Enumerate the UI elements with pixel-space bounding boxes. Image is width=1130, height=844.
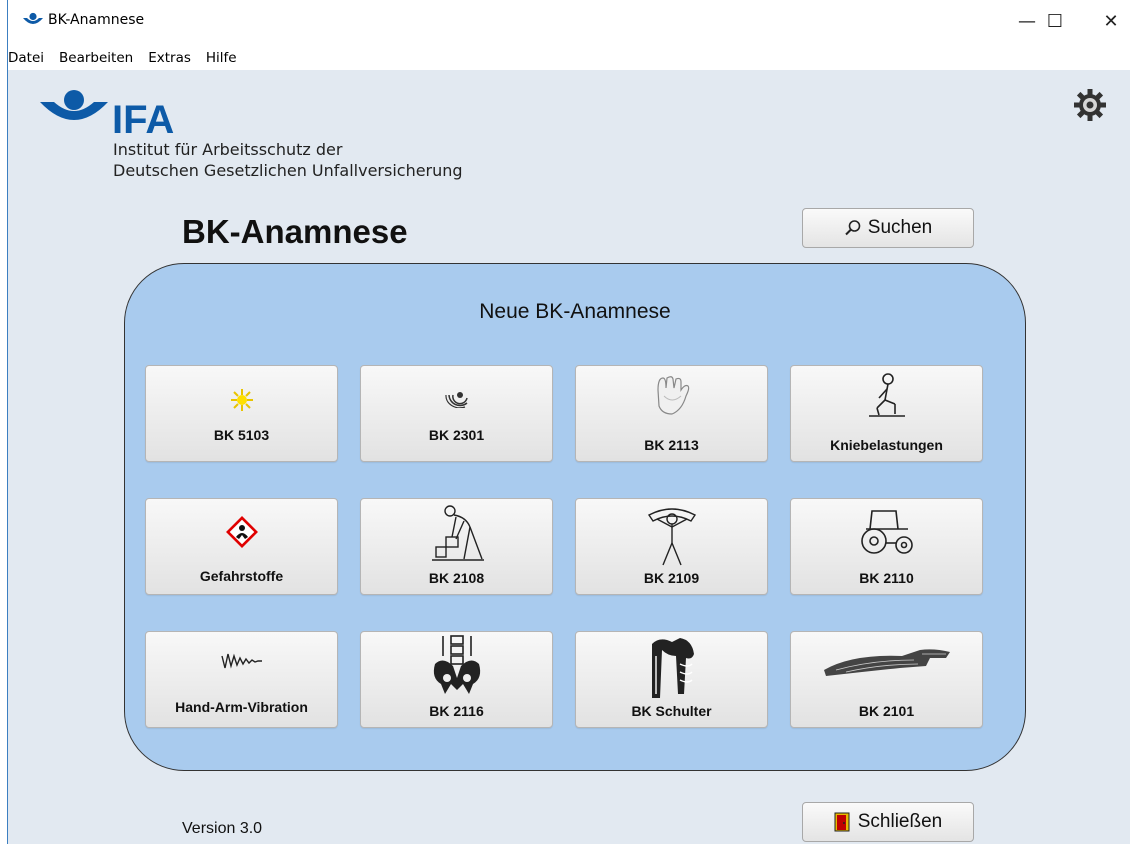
search-button[interactable]: Suchen bbox=[802, 208, 974, 248]
panel-title: Neue BK-Anamnese bbox=[479, 300, 671, 323]
main-content: IFA Institut für Arbeitsschutz der Deuts… bbox=[8, 70, 1130, 844]
institute-line-1: Institut für Arbeitsschutz der bbox=[113, 140, 343, 159]
app-icon bbox=[23, 12, 43, 24]
tile-label: BK 2109 bbox=[643, 570, 700, 586]
tile-label: BK 2108 bbox=[428, 570, 485, 586]
lifting-person-icon bbox=[431, 505, 484, 561]
forearm-muscle-icon bbox=[823, 649, 950, 676]
tile-label: BK Schulter bbox=[631, 703, 712, 719]
vibration-wave-icon bbox=[220, 653, 262, 669]
tile-bk-2301[interactable]: BK 2301 bbox=[360, 365, 553, 462]
tile-hand-arm-vibration[interactable]: Hand-Arm-Vibration bbox=[145, 631, 338, 728]
tile-bk-5103[interactable]: BK 5103 bbox=[145, 365, 338, 462]
version-label: Version 3.0 bbox=[182, 820, 263, 837]
close-icon: ✕ bbox=[1103, 10, 1119, 32]
tractor-icon bbox=[860, 510, 913, 554]
institute-line-2: Deutschen Gesetzlichen Unfallversicherun… bbox=[113, 161, 463, 180]
tile-bk-schulter[interactable]: BK Schulter bbox=[575, 631, 768, 728]
noise-ear-icon bbox=[444, 392, 468, 408]
menu-hilfe[interactable]: Hilfe bbox=[206, 50, 237, 66]
exit-door-icon bbox=[834, 812, 850, 832]
pelvis-icon bbox=[433, 635, 480, 694]
hand-icon bbox=[656, 376, 689, 415]
menu-extras[interactable]: Extras bbox=[148, 50, 191, 66]
sun-icon bbox=[230, 389, 253, 411]
tile-bk-2109[interactable]: BK 2109 bbox=[575, 498, 768, 595]
close-app-button[interactable]: Schließen bbox=[802, 802, 974, 842]
gear-icon[interactable] bbox=[1073, 88, 1107, 122]
tile-bk-2110[interactable]: BK 2110 bbox=[790, 498, 983, 595]
hazard-diamond-icon bbox=[225, 516, 258, 548]
maximize-icon: ☐ bbox=[1046, 10, 1064, 32]
shoulder-load-person-icon bbox=[647, 508, 696, 566]
tile-label: Gefahrstoffe bbox=[199, 568, 284, 584]
tile-label: BK 2101 bbox=[858, 703, 915, 719]
search-label: Suchen bbox=[867, 217, 933, 238]
tile-bk-2108[interactable]: BK 2108 bbox=[360, 498, 553, 595]
ifa-logo-icon bbox=[40, 90, 108, 120]
tile-label: BK 2110 bbox=[859, 570, 914, 586]
maximize-button[interactable]: ☐ bbox=[1032, 6, 1078, 36]
new-anamnesis-panel: Neue BK-Anamnese BK 5103 BK 2301 BK 2113… bbox=[124, 263, 1026, 771]
tile-label: BK 5103 bbox=[213, 427, 270, 443]
logo-text: IFA bbox=[112, 98, 175, 142]
tile-gefahrstoffe[interactable]: Gefahrstoffe bbox=[145, 498, 338, 595]
tile-label: BK 2301 bbox=[428, 427, 485, 443]
tile-label: BK 2116 bbox=[429, 703, 484, 719]
close-label: Schließen bbox=[857, 811, 943, 832]
search-icon bbox=[845, 220, 861, 236]
close-window-button[interactable]: ✕ bbox=[1088, 6, 1130, 36]
menu-bearbeiten[interactable]: Bearbeiten bbox=[59, 50, 133, 66]
tile-kniebelastungen[interactable]: Kniebelastungen bbox=[790, 365, 983, 462]
tile-label: Hand-Arm-Vibration bbox=[175, 699, 308, 715]
page-title: BK-Anamnese bbox=[182, 213, 408, 250]
menu-datei[interactable]: Datei bbox=[8, 50, 44, 66]
shoulder-bone-icon bbox=[651, 638, 694, 698]
kneeling-person-icon bbox=[868, 373, 905, 417]
tile-label: BK 2113 bbox=[644, 437, 699, 453]
tile-label: Kniebelastungen bbox=[830, 437, 943, 453]
tile-bk-2101[interactable]: BK 2101 bbox=[790, 631, 983, 728]
window-title: BK-Anamnese bbox=[48, 12, 145, 28]
title-bar: BK-Anamnese — ☐ ✕ bbox=[8, 0, 1130, 46]
tile-bk-2116[interactable]: BK 2116 bbox=[360, 631, 553, 728]
tile-bk-2113[interactable]: BK 2113 bbox=[575, 365, 768, 462]
menu-bar: Datei Bearbeiten Extras Hilfe bbox=[8, 46, 1130, 70]
